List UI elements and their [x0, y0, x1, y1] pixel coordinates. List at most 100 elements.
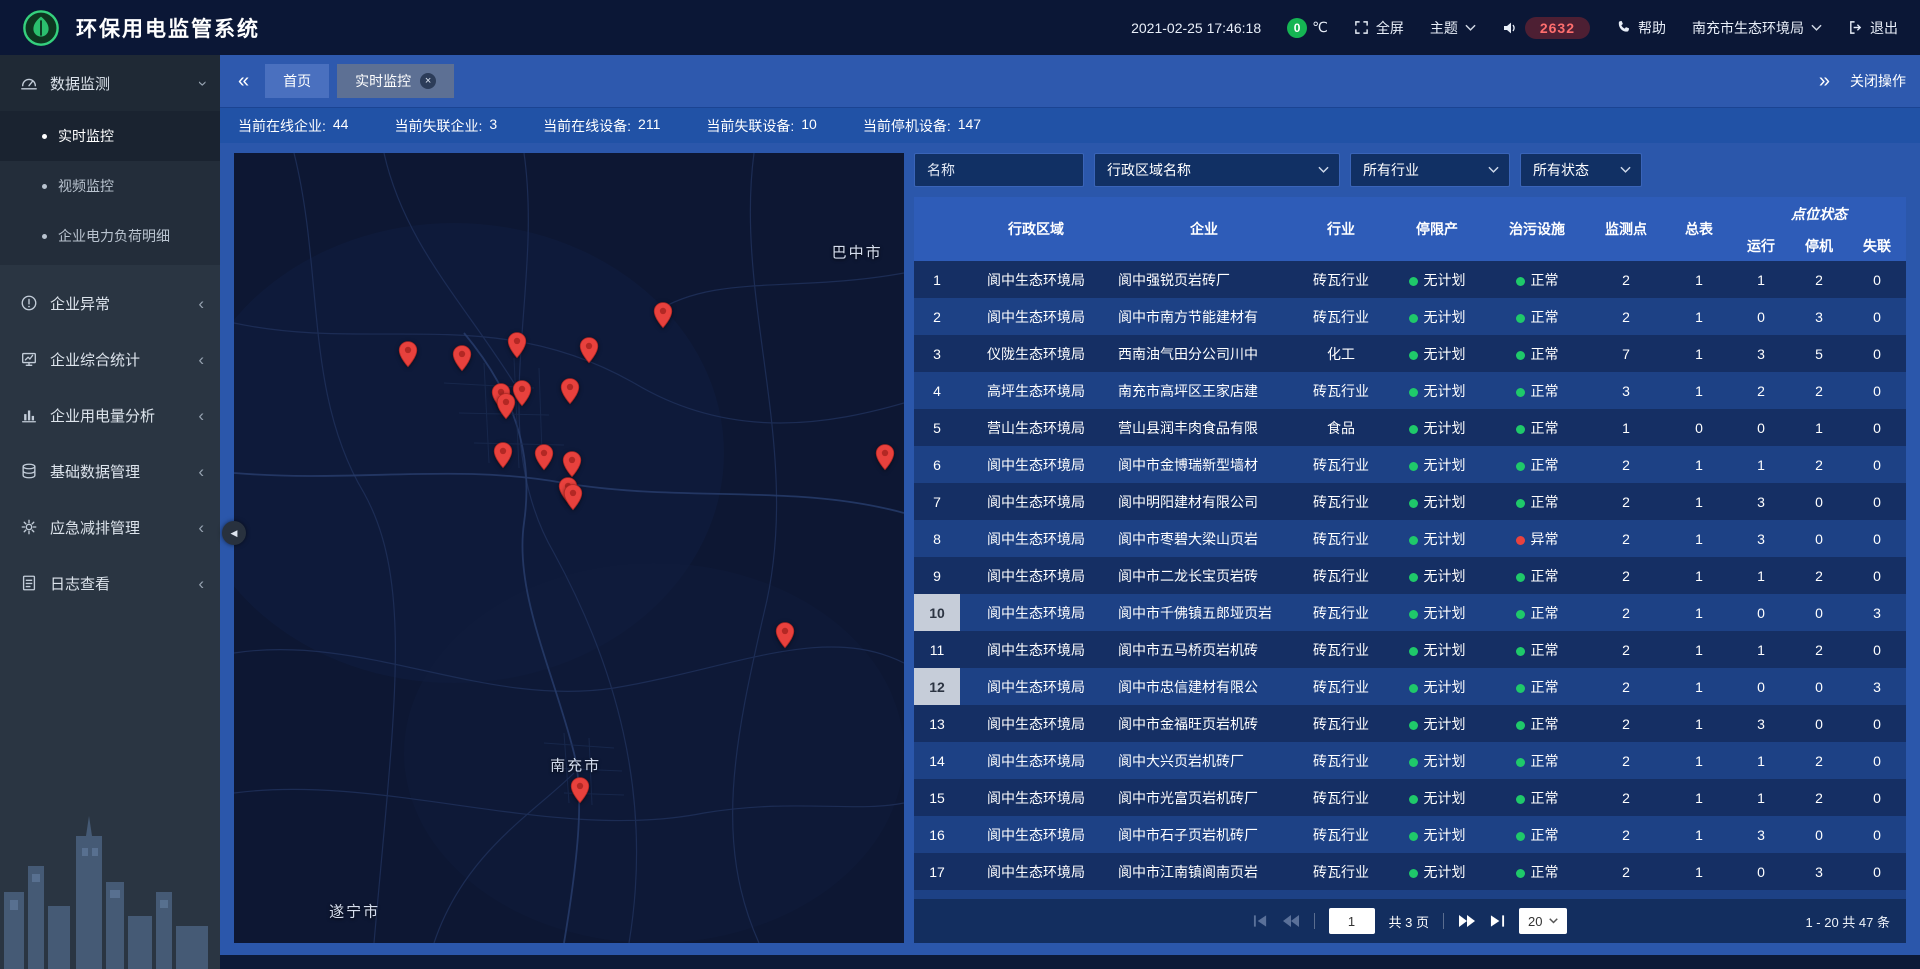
filter-bar: 行政区域名称 所有行业 所有状态	[914, 153, 1906, 187]
status-dot-icon	[1516, 758, 1525, 767]
cell-lost: 3	[1848, 594, 1906, 631]
industry-select[interactable]: 所有行业	[1350, 153, 1510, 187]
map-pin[interactable]	[496, 392, 516, 419]
cell-industry: 砖瓦行业	[1296, 557, 1386, 594]
map-pin[interactable]	[775, 621, 795, 648]
map-pin[interactable]	[875, 444, 895, 471]
table-row[interactable]: 4高坪生态环境局南充市高坪区王家店建砖瓦行业无计划正常31220	[914, 372, 1906, 409]
map-pin[interactable]	[579, 337, 599, 364]
region-select[interactable]: 行政区域名称	[1094, 153, 1340, 187]
map-pin[interactable]	[493, 441, 513, 468]
cell-limit-status: 无计划	[1386, 742, 1488, 779]
status-dot-icon	[1409, 684, 1418, 693]
map-pin[interactable]	[452, 345, 472, 372]
prev-page-button[interactable]	[1282, 914, 1300, 928]
cell-run: 0	[1732, 853, 1790, 890]
cell-run: 1	[1732, 779, 1790, 816]
stat-4: 当前停机设备:147	[863, 116, 981, 136]
cell-points: 2	[1586, 483, 1666, 520]
map-collapse-toggle[interactable]: ◀	[222, 521, 246, 545]
theme-dropdown[interactable]: 主题	[1430, 18, 1476, 38]
map-pin[interactable]	[398, 341, 418, 368]
table-row[interactable]: 12阆中生态环境局阆中市忠信建材有限公砖瓦行业无计划正常21003	[914, 668, 1906, 705]
map-pin[interactable]	[653, 301, 673, 328]
help-button[interactable]: 帮助	[1616, 18, 1666, 38]
chevron-left-icon: ‹	[198, 295, 204, 312]
cell-stop: 0	[1790, 705, 1848, 742]
map-pin[interactable]	[563, 483, 583, 510]
sidebar-group-3[interactable]: 企业用电量分析‹	[0, 387, 220, 443]
map-pin[interactable]	[562, 451, 582, 478]
col-point-status-group: 点位状态	[1732, 197, 1906, 231]
table-row[interactable]: 14阆中生态环境局阆中大兴页岩机砖厂砖瓦行业无计划正常21120	[914, 742, 1906, 779]
cell-run: 0	[1732, 890, 1790, 899]
cell-region: 阆中生态环境局	[960, 779, 1112, 816]
table-row[interactable]: 1阆中生态环境局阆中强锐页岩砖厂砖瓦行业无计划正常21120	[914, 261, 1906, 298]
tab-close-icon[interactable]: ×	[420, 73, 436, 89]
tabs-scroll-right-button[interactable]: »	[1815, 71, 1834, 91]
table-row[interactable]: 10阆中生态环境局阆中市千佛镇五郎垭页岩砖瓦行业无计划正常21003	[914, 594, 1906, 631]
sidebar-item-0-1[interactable]: 视频监控	[0, 161, 220, 211]
next-page-button[interactable]	[1458, 914, 1476, 928]
tab-0[interactable]: 首页	[265, 64, 329, 98]
cell-company: 阆中市五马桥页岩机砖	[1112, 631, 1296, 668]
status-dot-icon	[1516, 832, 1525, 841]
cell-points: 2	[1586, 816, 1666, 853]
announcement-widget[interactable]: 2632	[1502, 17, 1590, 39]
table-row[interactable]: 3仪陇生态环境局西南油气田分公司川中化工无计划正常71350	[914, 335, 1906, 372]
status-dot-icon	[1516, 499, 1525, 508]
status-dot-icon	[1516, 536, 1525, 545]
last-page-button[interactable]	[1490, 914, 1505, 928]
sidebar-group-6[interactable]: 日志查看‹	[0, 555, 220, 611]
table-row[interactable]: 9阆中生态环境局阆中市二龙长宝页岩砖砖瓦行业无计划正常21120	[914, 557, 1906, 594]
cell-run: 0	[1732, 668, 1790, 705]
cell-stop: 0	[1790, 816, 1848, 853]
table-row[interactable]: 6阆中生态环境局阆中市金博瑞新型墙材砖瓦行业无计划正常21120	[914, 446, 1906, 483]
table-row[interactable]: 7阆中生态环境局阆中明阳建材有限公司砖瓦行业无计划正常21300	[914, 483, 1906, 520]
cell-meter: 1	[1666, 335, 1732, 372]
table-row[interactable]: 15阆中生态环境局阆中市光富页岩机砖厂砖瓦行业无计划正常21120	[914, 779, 1906, 816]
cell-index: 16	[914, 816, 960, 853]
range-label: 1 - 20 共 47 条	[1805, 912, 1890, 931]
sidebar-item-0-0[interactable]: 实时监控	[0, 111, 220, 161]
sidebar-group-label: 基础数据管理	[50, 461, 186, 482]
map-pin[interactable]	[570, 777, 590, 804]
table-row[interactable]: 18南部生态环境局南部县建兴页岩砖有限公砖瓦行业无计划正常21060	[914, 890, 1906, 899]
map[interactable]: 巴中市南充市遂宁市	[234, 153, 904, 943]
tab-1[interactable]: 实时监控×	[337, 64, 454, 98]
sidebar-group-4[interactable]: 基础数据管理‹	[0, 443, 220, 499]
sidebar-group-2[interactable]: 企业综合统计‹	[0, 331, 220, 387]
org-dropdown[interactable]: 南充市生态环境局	[1692, 18, 1822, 38]
name-filter-input[interactable]	[914, 153, 1084, 187]
tabs-scroll-left-button[interactable]: «	[234, 71, 253, 91]
fullscreen-button[interactable]: 全屏	[1354, 18, 1404, 38]
page-size-select[interactable]: 20	[1519, 908, 1567, 934]
map-pin[interactable]	[560, 377, 580, 404]
table-row[interactable]: 16阆中生态环境局阆中市石子页岩机砖厂砖瓦行业无计划正常21300	[914, 816, 1906, 853]
temperature-unit: ℃	[1312, 19, 1328, 36]
divider	[1443, 913, 1444, 929]
table-row[interactable]: 11阆中生态环境局阆中市五马桥页岩机砖砖瓦行业无计划正常21120	[914, 631, 1906, 668]
cell-meter: 1	[1666, 631, 1732, 668]
status-select[interactable]: 所有状态	[1520, 153, 1642, 187]
current-page-input[interactable]: 1	[1329, 908, 1375, 934]
table-row[interactable]: 8阆中生态环境局阆中市枣碧大梁山页岩砖瓦行业无计划异常21300	[914, 520, 1906, 557]
cell-limit-status: 无计划	[1386, 409, 1488, 446]
sidebar-group-0[interactable]: 数据监测‹	[0, 55, 220, 111]
cell-points: 2	[1586, 742, 1666, 779]
sidebar-group-5[interactable]: 应急减排管理‹	[0, 499, 220, 555]
cell-stop: 1	[1790, 409, 1848, 446]
sidebar-group-1[interactable]: 企业异常‹	[0, 275, 220, 331]
map-pin[interactable]	[534, 444, 554, 471]
close-operations-button[interactable]: 关闭操作	[1850, 71, 1906, 91]
table-row[interactable]: 17阆中生态环境局阆中市江南镇阆南页岩砖瓦行业无计划正常21030	[914, 853, 1906, 890]
cell-stop: 6	[1790, 890, 1848, 899]
table-row[interactable]: 5营山生态环境局营山县润丰肉食品有限食品无计划正常10010	[914, 409, 1906, 446]
map-pin[interactable]	[507, 331, 527, 358]
table-row[interactable]: 2阆中生态环境局阆中市南方节能建材有砖瓦行业无计划正常21030	[914, 298, 1906, 335]
table-row[interactable]: 13阆中生态环境局阆中市金福旺页岩机砖砖瓦行业无计划正常21300	[914, 705, 1906, 742]
cell-points: 2	[1586, 779, 1666, 816]
logout-button[interactable]: 退出	[1848, 18, 1898, 38]
first-page-button[interactable]	[1253, 914, 1268, 928]
sidebar-item-0-2[interactable]: 企业电力负荷明细	[0, 211, 220, 261]
